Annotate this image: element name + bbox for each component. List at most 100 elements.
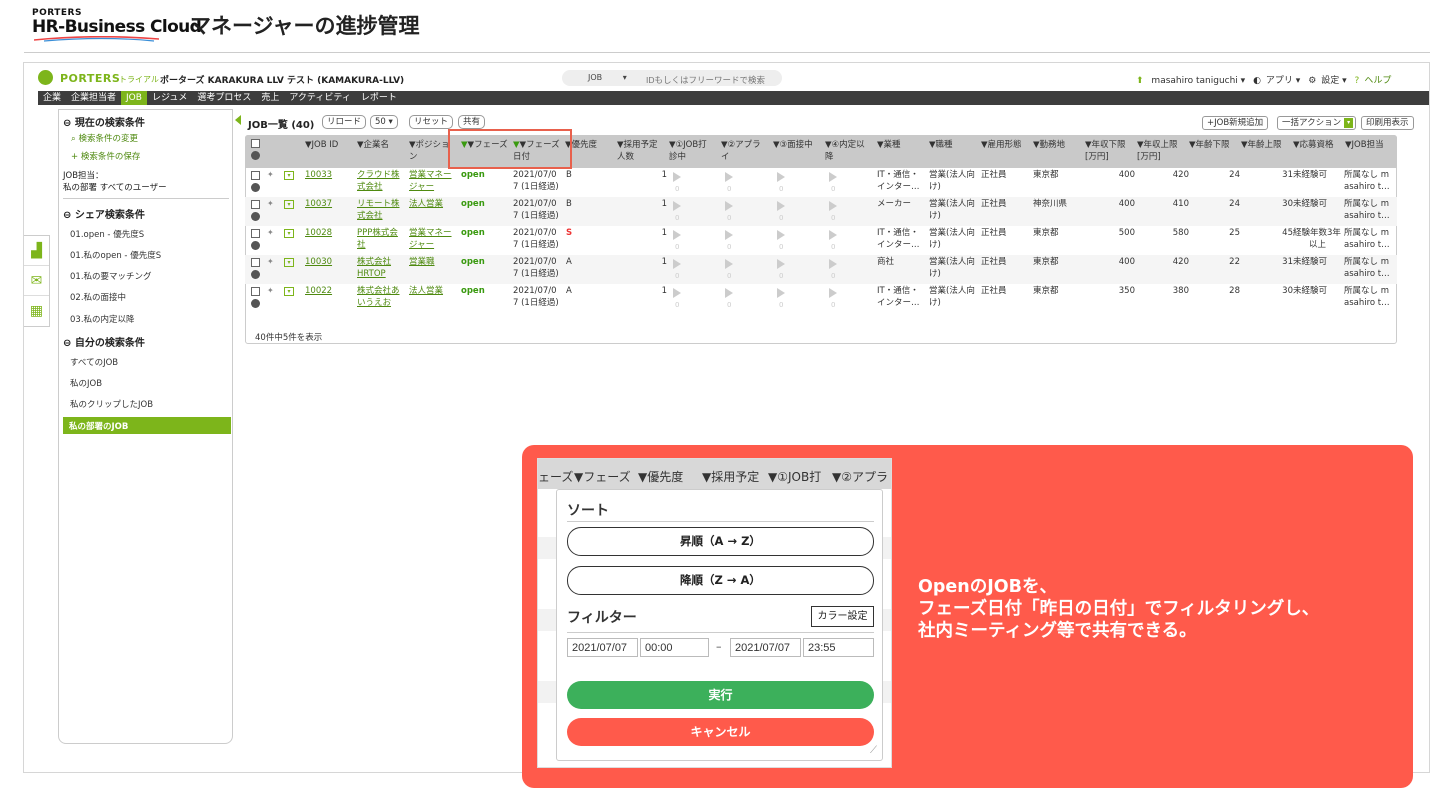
row-menu-icon[interactable] <box>251 299 260 308</box>
col-position[interactable]: ▼ポジション <box>409 139 450 163</box>
own-item[interactable]: 私のクリップしたJOB <box>70 398 153 410</box>
share-item[interactable]: 01.私の要マッチング <box>70 270 152 282</box>
row-menu-icon[interactable] <box>251 241 260 250</box>
bulk-action-button[interactable]: 一括アクション ▾ <box>1277 116 1357 130</box>
col-employment[interactable]: ▼雇用形態 <box>981 139 1022 151</box>
nav-process[interactable]: 選考プロセス <box>192 91 256 105</box>
row-menu-icon[interactable] <box>251 183 260 192</box>
company-link[interactable]: 株式会社 HRTOP <box>357 256 391 280</box>
play-icon[interactable] <box>829 259 837 269</box>
row-dropdown-icon[interactable]: ▾ <box>284 229 294 238</box>
cancel-button[interactable]: キャンセル <box>567 718 874 746</box>
save-conditions-link[interactable]: + 検索条件の保存 <box>71 150 140 162</box>
global-search-input[interactable] <box>640 70 782 86</box>
col-company[interactable]: ▼企業名 <box>357 139 389 151</box>
job-id-link[interactable]: 10028 <box>305 227 332 239</box>
job-id-link[interactable]: 10030 <box>305 256 332 268</box>
change-conditions-link[interactable]: ⌕ 検索条件の変更 <box>71 132 138 144</box>
pin-icon[interactable]: ✦ <box>267 199 274 208</box>
col-qualification[interactable]: ▼応募資格 <box>1293 139 1334 151</box>
header-menu-icon[interactable] <box>251 151 260 160</box>
share-item[interactable]: 01.私のopen - 優先度S <box>70 249 161 261</box>
row-dropdown-icon[interactable]: ▾ <box>284 171 294 180</box>
mail-icon[interactable]: ✉ <box>24 266 49 296</box>
col-salary-min[interactable]: ▼年収下限 [万円] <box>1085 139 1126 163</box>
from-time-input[interactable] <box>640 638 709 657</box>
col-salary-max[interactable]: ▼年収上限 [万円] <box>1137 139 1178 163</box>
play-icon[interactable] <box>725 230 733 240</box>
own-item[interactable]: 私のJOB <box>70 377 102 389</box>
share-button[interactable]: 共有 <box>458 115 486 129</box>
apps-menu[interactable]: アプリ ▾ <box>1266 76 1300 86</box>
select-all-checkbox[interactable] <box>251 139 260 148</box>
row-checkbox[interactable] <box>251 287 260 296</box>
row-dropdown-icon[interactable]: ▾ <box>284 258 294 267</box>
print-view-button[interactable]: 印刷用表示 <box>1361 116 1414 130</box>
to-time-input[interactable] <box>803 638 874 657</box>
color-setting-button[interactable]: カラー設定 <box>811 606 874 627</box>
play-icon[interactable] <box>829 172 837 182</box>
collapse-sidebar-icon[interactable] <box>235 115 241 125</box>
play-icon[interactable] <box>673 230 681 240</box>
share-item[interactable]: 02.私の面接中 <box>70 291 126 303</box>
share-item[interactable]: 03.私の内定以降 <box>70 313 135 325</box>
nav-report[interactable]: レポート <box>356 91 402 105</box>
play-icon[interactable] <box>725 201 733 211</box>
play-icon[interactable] <box>777 172 785 182</box>
company-link[interactable]: PPP株式会社 <box>357 227 398 251</box>
sort-ascending-button[interactable]: 昇順（A → Z） <box>567 527 874 556</box>
pin-icon[interactable]: ✦ <box>267 170 274 179</box>
app-logo[interactable]: PORTERS <box>60 72 120 85</box>
popup-col-stage2[interactable]: ▼②アプラ <box>832 468 888 485</box>
company-link[interactable]: リモート株 式会社 <box>357 198 400 222</box>
row-menu-icon[interactable] <box>251 270 260 279</box>
help-link[interactable]: ヘルプ <box>1364 76 1391 86</box>
own-item-selected[interactable]: 私の部署のJOB <box>63 417 231 434</box>
popup-col-planned[interactable]: ▼採用予定 <box>702 468 759 485</box>
pin-icon[interactable]: ✦ <box>267 257 274 266</box>
pin-icon[interactable]: ✦ <box>267 228 274 237</box>
job-id-link[interactable]: 10037 <box>305 198 332 210</box>
col-stage3[interactable]: ▼③面接中 <box>773 139 813 151</box>
row-checkbox[interactable] <box>251 200 260 209</box>
nav-sales[interactable]: 売上 <box>256 91 284 105</box>
play-icon[interactable] <box>829 201 837 211</box>
popup-col-priority[interactable]: ▼優先度 <box>638 468 683 485</box>
chart-icon[interactable]: ▟ <box>24 236 49 266</box>
nav-company-contact[interactable]: 企業担当者 <box>66 91 121 105</box>
play-icon[interactable] <box>777 201 785 211</box>
col-age-max[interactable]: ▼年齢上限 <box>1241 139 1282 151</box>
nav-job[interactable]: JOB <box>121 91 147 105</box>
reset-button[interactable]: リセット <box>409 115 454 129</box>
nav-activity[interactable]: アクティビティ <box>284 91 355 105</box>
col-owner[interactable]: ▼JOB担当 <box>1345 139 1384 151</box>
row-checkbox[interactable] <box>251 229 260 238</box>
play-icon[interactable] <box>777 288 785 298</box>
user-menu[interactable]: masahiro taniguchi ▾ <box>1151 76 1245 86</box>
col-occupation[interactable]: ▼職種 <box>929 139 953 151</box>
play-icon[interactable] <box>829 230 837 240</box>
col-location[interactable]: ▼勤務地 <box>1033 139 1065 151</box>
row-dropdown-icon[interactable]: ▾ <box>284 200 294 209</box>
position-link[interactable]: 営業職 <box>409 256 435 268</box>
play-icon[interactable] <box>673 288 681 298</box>
col-stage1[interactable]: ▼①JOB打 診中 <box>669 139 707 163</box>
job-id-link[interactable]: 10033 <box>305 169 332 181</box>
run-button[interactable]: 実行 <box>567 681 874 709</box>
nav-resume[interactable]: レジュメ <box>147 91 192 105</box>
sort-descending-button[interactable]: 降順（Z → A） <box>567 566 874 595</box>
play-icon[interactable] <box>777 259 785 269</box>
to-date-input[interactable] <box>730 638 801 657</box>
popup-col-phase-date[interactable]: ▼フェーズ <box>574 468 631 485</box>
play-icon[interactable] <box>829 288 837 298</box>
col-stage4[interactable]: ▼④内定以降 <box>825 139 865 163</box>
company-link[interactable]: 株式会社あ いうえお <box>357 285 400 309</box>
col-industry[interactable]: ▼業種 <box>877 139 901 151</box>
play-icon[interactable] <box>725 288 733 298</box>
company-link[interactable]: クラウド株 式会社 <box>357 169 400 193</box>
position-link[interactable]: 営業マネー ジャー <box>409 169 452 193</box>
position-link[interactable]: 法人営業 <box>409 285 443 297</box>
col-job-id[interactable]: ▼JOB ID <box>305 139 338 151</box>
col-planned[interactable]: ▼採用予定 人数 <box>617 139 658 163</box>
settings-menu[interactable]: 設定 ▾ <box>1321 76 1346 86</box>
